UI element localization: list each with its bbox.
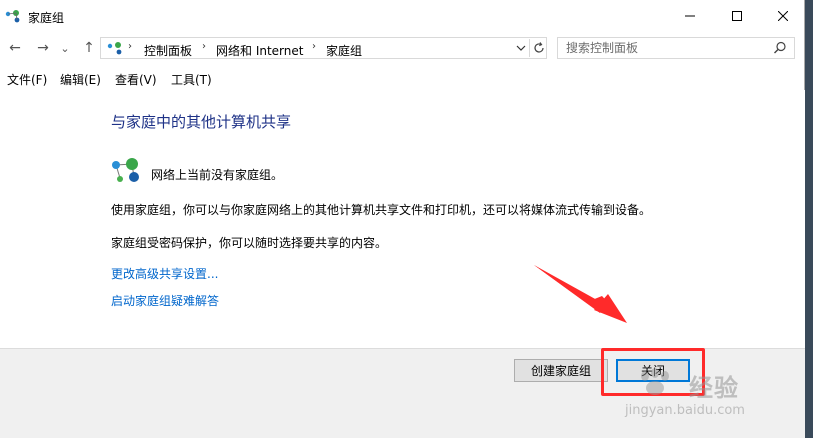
page-title: 与家庭中的其他计算机共享: [111, 113, 292, 131]
back-arrow-icon: ←: [9, 40, 21, 56]
refresh-button[interactable]: [529, 39, 547, 57]
menu-edit[interactable]: 编辑(E): [60, 71, 101, 88]
menu-tools[interactable]: 工具(T): [171, 71, 212, 88]
close-window-button[interactable]: [760, 0, 806, 32]
watermark: 经验 jingyan.baidu.com: [625, 368, 785, 428]
window-title: 家庭组: [28, 11, 65, 25]
paw-icon: [641, 368, 669, 395]
background-strip: [805, 0, 813, 438]
chevron-down-icon: [516, 45, 526, 51]
breadcrumb-network-internet[interactable]: 网络和 Internet: [216, 42, 303, 59]
recent-locations-button[interactable]: ⌄: [58, 38, 72, 58]
forward-button[interactable]: →: [33, 38, 53, 58]
maximize-icon: [732, 11, 742, 21]
menu-file[interactable]: 文件(F): [7, 71, 47, 88]
watermark-url: jingyan.baidu.com: [625, 403, 745, 418]
password-note: 家庭组受密码保护，你可以随时选择要共享的内容。: [111, 236, 388, 250]
minimize-button[interactable]: [667, 0, 713, 32]
main-content: 与家庭中的其他计算机共享 网络上当前没有家庭组。 使用家庭组，你可以与你家庭网络…: [0, 90, 805, 348]
menu-view[interactable]: 查看(V): [115, 71, 157, 88]
address-bar[interactable]: › 控制面板 › 网络和 Internet › 家庭组: [100, 37, 547, 59]
back-button[interactable]: ←: [5, 38, 25, 58]
create-homegroup-button[interactable]: 创建家庭组: [514, 359, 608, 382]
up-button[interactable]: ↑: [79, 38, 99, 58]
homegroup-icon: [107, 42, 122, 55]
troubleshoot-link[interactable]: 启动家庭组疑难解答: [111, 292, 219, 309]
search-input[interactable]: [566, 40, 766, 56]
search-box[interactable]: [557, 37, 795, 59]
minimize-icon: [685, 15, 695, 17]
advanced-sharing-link[interactable]: 更改高级共享设置...: [111, 265, 218, 282]
maximize-button[interactable]: [714, 0, 760, 32]
up-arrow-icon: ↑: [83, 40, 95, 56]
forward-arrow-icon: →: [37, 40, 49, 56]
breadcrumb-homegroup[interactable]: 家庭组: [326, 42, 362, 59]
close-icon: [778, 11, 788, 21]
search-icon[interactable]: [773, 41, 787, 55]
homegroup-icon: [5, 10, 20, 23]
breadcrumb-separator: ›: [202, 41, 206, 52]
homegroup-icon: [112, 158, 139, 182]
watermark-brand: 经验: [689, 374, 739, 402]
title-bar: 家庭组: [0, 0, 805, 32]
breadcrumb-separator: ›: [312, 41, 316, 52]
chevron-down-icon: ⌄: [60, 41, 70, 55]
homegroup-status: 网络上当前没有家庭组。: [151, 168, 284, 182]
refresh-icon: [533, 42, 544, 53]
navigation-bar: ← → ⌄ ↑ › 控制面板 › 网络和 Internet › 家庭组: [0, 34, 805, 62]
menu-bar: 文件(F) 编辑(E) 查看(V) 工具(T): [0, 68, 805, 90]
address-dropdown-button[interactable]: [514, 40, 528, 56]
description-text: 使用家庭组，你可以与你家庭网络上的其他计算机共享文件和打印机，还可以将媒体流式传…: [111, 203, 652, 217]
breadcrumb-separator: ›: [128, 41, 132, 52]
breadcrumb-control-panel[interactable]: 控制面板: [144, 42, 192, 59]
